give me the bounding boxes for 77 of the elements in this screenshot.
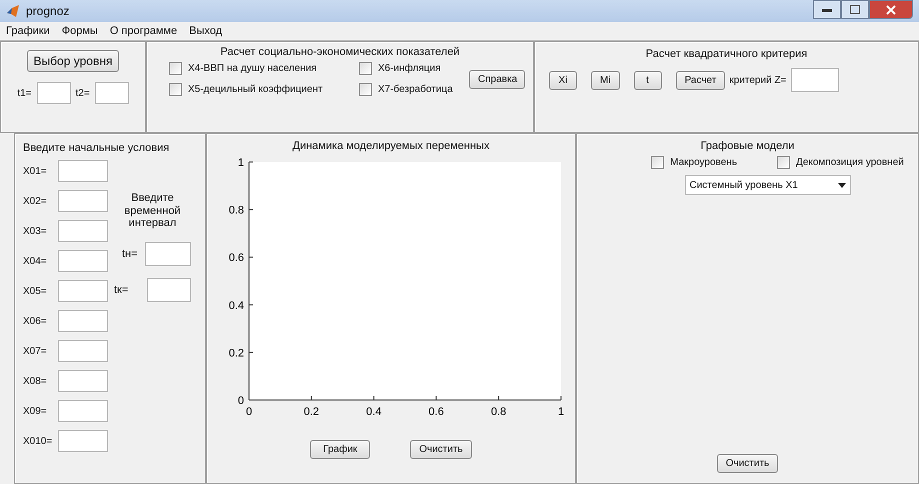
checkbox[interactable]: X7-безработица (359, 83, 469, 96)
input-field[interactable] (94, 82, 129, 104)
app-icon (6, 4, 20, 18)
calc-button[interactable]: Расчет (676, 70, 726, 90)
x-tick-label: 0.2 (304, 406, 320, 418)
panel-title: Расчет социально-экономических показателей (219, 46, 461, 58)
checkbox[interactable]: X5-децильный коэффициент (169, 83, 359, 96)
input-field[interactable] (58, 340, 108, 362)
close-icon (886, 4, 896, 14)
close-button[interactable] (869, 0, 913, 19)
field-label: X04= (23, 256, 48, 266)
x-tick-label: 1 (558, 406, 564, 418)
calc-button[interactable]: Xi (549, 70, 577, 90)
input-field[interactable] (58, 190, 108, 212)
menu-item[interactable]: Формы (62, 25, 98, 37)
interval-title: Введите временной интервал (123, 192, 182, 230)
field-label: X06= (23, 316, 48, 326)
field-label: X09= (23, 406, 48, 416)
calc-button[interactable]: t (634, 70, 662, 90)
x-tick-label: 0.8 (490, 406, 506, 418)
field-label: X010= (23, 436, 53, 446)
panel-title: Графовые модели (700, 140, 794, 152)
x-tick-label: 0.4 (366, 406, 382, 418)
input-field[interactable] (58, 280, 108, 302)
input-field[interactable] (58, 430, 108, 452)
maximize-icon (850, 5, 860, 14)
plot-button[interactable]: График (310, 440, 370, 459)
field-label: X08= (23, 376, 48, 386)
clear-button[interactable]: Очистить (716, 454, 778, 473)
panel-title: Расчет квадратичного критерия (644, 48, 808, 60)
field-label: X07= (23, 346, 48, 356)
minimize-icon (822, 8, 832, 12)
y-tick-label: 0.2 (228, 347, 244, 360)
menu-item[interactable]: О программе (110, 25, 178, 37)
input-field[interactable] (36, 82, 70, 104)
checkbox[interactable]: Макроуровень (651, 156, 738, 169)
checkbox[interactable]: Декомпозиция уровней (777, 156, 904, 169)
input-field[interactable] (147, 278, 191, 302)
checkbox[interactable]: X4-ВВП на душу населения (169, 62, 359, 75)
minimize-button[interactable] (813, 0, 841, 19)
window-title: prognoz (26, 4, 70, 18)
panel-title: Введите начальные условия (23, 142, 170, 154)
field-label: tн= (122, 248, 139, 260)
checkbox[interactable]: X6-инфляция (359, 62, 469, 75)
calc-button[interactable]: Mi (591, 70, 620, 90)
input-field[interactable] (58, 370, 108, 392)
y-tick-label: 0.8 (228, 204, 244, 217)
input-field[interactable] (58, 400, 108, 422)
x-tick-label: 0 (246, 406, 252, 418)
menu-item[interactable]: Графики (6, 25, 50, 37)
field-label: X01= (23, 166, 48, 176)
help-button[interactable]: Справка (469, 70, 525, 88)
y-tick-label: 1 (238, 157, 244, 169)
input-field[interactable] (58, 250, 108, 272)
field-label: X05= (23, 286, 48, 296)
y-tick-label: 0 (238, 395, 244, 407)
field-label: критерий Z= (729, 74, 786, 86)
caret-icon (838, 182, 846, 188)
maximize-button[interactable] (841, 0, 869, 19)
input-field[interactable] (58, 220, 108, 242)
field-label: t1= (17, 88, 32, 98)
input-field[interactable] (58, 160, 108, 182)
menu-item[interactable]: Выход (189, 25, 222, 37)
level-dropdown[interactable]: Системный уровень X1 (684, 175, 850, 195)
input-field[interactable] (791, 68, 840, 92)
input-field[interactable] (58, 310, 108, 332)
field-label: t2= (76, 88, 90, 98)
y-tick-label: 0.4 (228, 300, 244, 312)
chart-title: Динамика моделируемых переменных (292, 140, 490, 152)
field-label: tк= (114, 284, 130, 296)
level-button[interactable]: Выбор уровня (26, 50, 120, 72)
field-label: X02= (23, 196, 48, 206)
y-tick-label: 0.6 (228, 252, 244, 264)
x-tick-label: 0.6 (428, 406, 444, 418)
clear-button[interactable]: Очистить (410, 440, 472, 459)
field-label: X03= (23, 226, 48, 236)
input-field[interactable] (145, 242, 191, 266)
